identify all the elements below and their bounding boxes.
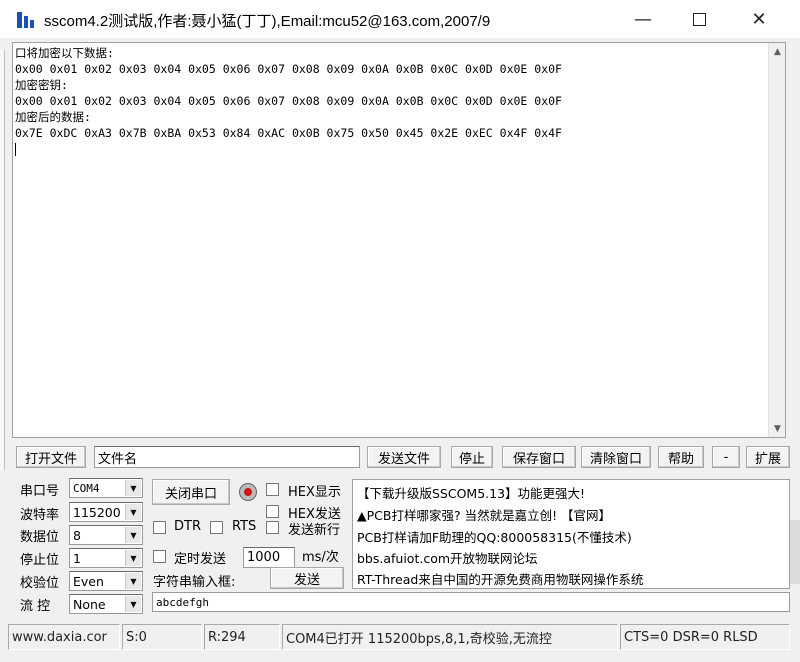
hex-send-checkbox[interactable] bbox=[266, 505, 279, 518]
baud-select[interactable]: 115200 ▼ bbox=[69, 502, 143, 522]
title-bar: sscom4.2测试版,作者:聂小猛(丁丁),Email:mcu52@163.c… bbox=[0, 0, 800, 38]
collapse-button[interactable]: - bbox=[712, 446, 740, 468]
databits-select[interactable]: 8 ▼ bbox=[69, 525, 143, 545]
status-received-count: R:294 bbox=[204, 624, 280, 650]
minimize-button[interactable]: — bbox=[616, 0, 670, 38]
stopbits-label: 停止位 bbox=[20, 553, 60, 568]
info-upgrade-link[interactable]: 【下载升级版SSCOM5.13】功能更强大! bbox=[357, 483, 585, 502]
filename-field[interactable]: 文件名 bbox=[94, 446, 360, 468]
databits-label: 数据位 bbox=[20, 530, 60, 545]
info-rtthread-link[interactable]: RT-Thread来自中国的开源免费商用物联网操作系统 bbox=[357, 569, 643, 588]
open-file-button[interactable]: 打开文件 bbox=[16, 446, 86, 468]
receive-area[interactable]: 口将加密以下数据: 0x00 0x01 0x02 0x03 0x04 0x05 0… bbox=[12, 42, 786, 438]
expand-button[interactable]: 扩展 bbox=[746, 446, 790, 468]
timed-send-label: 定时发送 bbox=[174, 552, 227, 567]
port-select[interactable]: COM4 ▼ bbox=[69, 478, 143, 498]
chevron-down-icon[interactable]: ▼ bbox=[125, 573, 141, 589]
rts-label: RTS bbox=[232, 519, 257, 534]
terminal-line: 0x00 0x01 0x02 0x03 0x04 0x05 0x06 0x07 … bbox=[15, 94, 562, 108]
dtr-checkbox[interactable] bbox=[153, 521, 166, 534]
terminal-line: 0x7E 0xDC 0xA3 0x7B 0xBA 0x53 0x84 0xAC … bbox=[15, 126, 562, 140]
chevron-down-icon[interactable]: ▼ bbox=[125, 596, 141, 612]
close-button[interactable]: ✕ bbox=[732, 0, 786, 38]
chevron-down-icon[interactable]: ▼ bbox=[125, 527, 141, 543]
interval-input[interactable]: 1000 bbox=[243, 547, 295, 568]
background-window-edge-right bbox=[790, 520, 800, 584]
info-panel: 【下载升级版SSCOM5.13】功能更强大! ▲PCB打样哪家强? 当然就是嘉立… bbox=[352, 479, 790, 589]
background-window-edge bbox=[0, 50, 5, 470]
send-newline-label: 发送新行 bbox=[288, 523, 341, 538]
maximize-button[interactable] bbox=[672, 0, 726, 38]
parity-value: Even bbox=[73, 573, 104, 589]
baud-value: 115200 bbox=[73, 504, 121, 520]
help-button[interactable]: 帮助 bbox=[658, 446, 704, 468]
databits-value: 8 bbox=[73, 527, 81, 543]
port-value: COM4 bbox=[73, 481, 100, 495]
scroll-down-icon[interactable]: ▼ bbox=[769, 420, 786, 437]
info-pcb-link[interactable]: ▲PCB打样哪家强? 当然就是嘉立创! 【官网】 bbox=[357, 505, 611, 524]
port-status-led-icon bbox=[239, 483, 257, 501]
interval-unit-label: ms/次 bbox=[302, 550, 339, 565]
timed-send-checkbox[interactable] bbox=[153, 550, 166, 563]
status-bar: www.daxia.cor S:0 R:294 COM4已打开 115200bp… bbox=[8, 624, 790, 650]
minimize-icon: — bbox=[634, 8, 652, 30]
window-title: sscom4.2测试版,作者:聂小猛(丁丁),Email:mcu52@163.c… bbox=[44, 13, 491, 30]
send-newline-checkbox[interactable] bbox=[266, 521, 279, 534]
info-qq-line: PCB打样请加F助理的QQ:800058315(不懂技术) bbox=[357, 530, 632, 545]
close-icon: ✕ bbox=[751, 8, 767, 30]
save-window-button[interactable]: 保存窗口 bbox=[502, 446, 576, 468]
parity-select[interactable]: Even ▼ bbox=[69, 571, 143, 591]
terminal-line: 加密密钥: bbox=[15, 78, 68, 92]
stop-button[interactable]: 停止 bbox=[451, 446, 493, 468]
terminal-line: 口将加密以下数据: bbox=[15, 46, 114, 60]
flow-value: None bbox=[73, 596, 106, 612]
maximize-icon bbox=[692, 12, 706, 26]
hex-display-checkbox[interactable] bbox=[266, 483, 279, 496]
info-forum-link[interactable]: bbs.afuiot.com开放物联网论坛 bbox=[357, 548, 538, 567]
dtr-label: DTR bbox=[174, 519, 201, 534]
terminal-line: 0x00 0x01 0x02 0x03 0x04 0x05 0x06 0x07 … bbox=[15, 62, 562, 76]
receive-text: 口将加密以下数据: 0x00 0x01 0x02 0x03 0x04 0x05 0… bbox=[15, 45, 562, 157]
flow-select[interactable]: None ▼ bbox=[69, 594, 143, 614]
status-port-state: COM4已打开 115200bps,8,1,奇校验,无流控 bbox=[282, 624, 618, 650]
string-input-label: 字符串输入框: bbox=[153, 575, 236, 590]
chevron-down-icon[interactable]: ▼ bbox=[125, 480, 141, 496]
rts-checkbox[interactable] bbox=[210, 521, 223, 534]
clear-window-button[interactable]: 清除窗口 bbox=[581, 446, 651, 468]
baud-label: 波特率 bbox=[20, 508, 60, 523]
stopbits-value: 1 bbox=[73, 550, 81, 566]
vertical-scrollbar[interactable]: ▲ ▼ bbox=[768, 43, 785, 437]
hex-display-label: HEX显示 bbox=[288, 485, 341, 500]
terminal-line: 加密后的数据: bbox=[15, 110, 91, 124]
chevron-down-icon[interactable]: ▼ bbox=[125, 550, 141, 566]
flow-label: 流 控 bbox=[20, 599, 51, 614]
scroll-up-icon[interactable]: ▲ bbox=[769, 43, 786, 60]
parity-label: 校验位 bbox=[20, 576, 60, 591]
port-label: 串口号 bbox=[20, 484, 60, 499]
chevron-down-icon[interactable]: ▼ bbox=[125, 504, 141, 520]
status-signals: CTS=0 DSR=0 RLSD bbox=[620, 624, 790, 650]
close-port-button[interactable]: 关闭串口 bbox=[152, 479, 230, 505]
text-cursor bbox=[15, 143, 16, 156]
send-text-input[interactable]: abcdefgh bbox=[152, 592, 790, 612]
status-website[interactable]: www.daxia.cor bbox=[8, 624, 120, 650]
app-icon bbox=[17, 12, 34, 28]
status-sent-count: S:0 bbox=[122, 624, 202, 650]
send-button[interactable]: 发送 bbox=[270, 567, 344, 589]
send-file-button[interactable]: 发送文件 bbox=[367, 446, 441, 468]
stopbits-select[interactable]: 1 ▼ bbox=[69, 548, 143, 568]
